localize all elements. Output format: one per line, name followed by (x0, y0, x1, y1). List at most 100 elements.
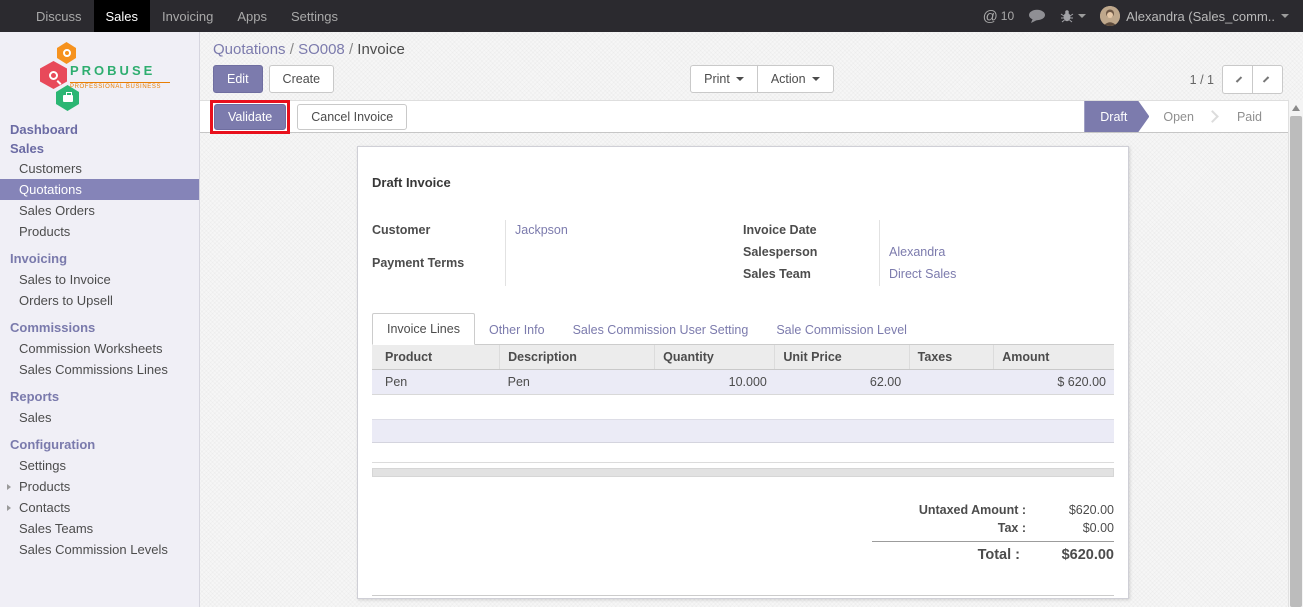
col-amount[interactable]: Amount (994, 345, 1114, 370)
logo-magnifier-hexagon-icon (40, 61, 67, 89)
totals-divider (872, 541, 1114, 542)
breadcrumb-quotations[interactable]: Quotations (213, 41, 286, 58)
total-value: $620.00 (1036, 547, 1114, 563)
tab-invoice-lines[interactable]: Invoice Lines (372, 313, 475, 345)
sidebar-item-sales-orders[interactable]: Sales Orders (0, 200, 199, 221)
cell-quantity[interactable]: 10.000 (655, 370, 775, 395)
print-label: Print (704, 72, 730, 86)
sales-team-value[interactable]: Direct Sales (879, 264, 1114, 286)
sidebar-item-sales-commission-levels[interactable]: Sales Commission Levels (0, 539, 199, 560)
sidebar-item-quotations[interactable]: Quotations (0, 179, 199, 200)
totals-block: Untaxed Amount : $620.00 Tax : $0.00 Tot… (872, 501, 1114, 565)
table-header-row: Product Description Quantity Unit Price … (372, 345, 1114, 370)
sidebar-item-config-contacts[interactable]: Contacts (0, 497, 199, 518)
status-draft[interactable]: Draft (1084, 101, 1149, 132)
expand-arrow-icon[interactable] (7, 505, 11, 511)
col-description[interactable]: Description (500, 345, 655, 370)
sidebar-item-reports-sales[interactable]: Sales (0, 407, 199, 428)
pager-previous-button[interactable] (1222, 65, 1253, 94)
vertical-scrollbar-thumb[interactable] (1290, 116, 1302, 607)
invoice-sheet: Draft Invoice Customer Jackpson Payment … (357, 146, 1129, 599)
chevron-right-icon (1263, 76, 1269, 82)
edit-button[interactable]: Edit (213, 65, 263, 93)
cell-taxes[interactable] (909, 370, 994, 395)
sidebar-item-customers[interactable]: Customers (0, 158, 199, 179)
logo-gear-hexagon-icon (57, 42, 76, 64)
sidebar-item-settings[interactable]: Settings (0, 455, 199, 476)
untaxed-amount-label: Untaxed Amount : (872, 503, 1042, 517)
validate-button[interactable]: Validate (214, 104, 286, 130)
top-menu-invoicing[interactable]: Invoicing (150, 0, 225, 32)
form-view-page: Draft Invoice Customer Jackpson Payment … (200, 133, 1303, 607)
status-open[interactable]: Open (1149, 101, 1208, 132)
sidebar-item-label: Contacts (19, 500, 70, 515)
sidebar-item-sales-commissions-lines[interactable]: Sales Commissions Lines (0, 359, 199, 380)
sidebar-item-sales-teams[interactable]: Sales Teams (0, 518, 199, 539)
cell-unit-price[interactable]: 62.00 (775, 370, 909, 395)
sidebar-section-invoicing: Invoicing (0, 248, 199, 269)
status-paid[interactable]: Paid (1223, 101, 1276, 132)
invoice-date-value (879, 220, 1114, 242)
top-menu-apps[interactable]: Apps (225, 0, 279, 32)
top-navbar: Discuss Sales Invoicing Apps Settings @ … (0, 0, 1303, 32)
tax-label: Tax : (872, 521, 1042, 535)
chevron-down-icon (812, 77, 820, 81)
create-button[interactable]: Create (269, 65, 335, 93)
pager-next-button[interactable] (1252, 65, 1283, 94)
sidebar-item-orders-to-upsell[interactable]: Orders to Upsell (0, 290, 199, 311)
print-dropdown-button[interactable]: Print (690, 65, 758, 93)
breadcrumb-invoice: Invoice (357, 41, 405, 58)
pager-count: 1 / 1 (1190, 73, 1214, 87)
tab-sales-commission-user-setting[interactable]: Sales Commission User Setting (559, 315, 763, 345)
sidebar-section-configuration: Configuration (0, 434, 199, 455)
app-logo: PROBUSE PROFESSIONAL BUSINESS (0, 32, 199, 120)
vertical-scrollbar[interactable] (1288, 100, 1303, 607)
sidebar-item-config-products[interactable]: Products (0, 476, 199, 497)
top-menu-sales[interactable]: Sales (94, 0, 151, 32)
top-menu-settings[interactable]: Settings (279, 0, 350, 32)
main-content: Quotations / SO008 / Invoice Edit Create… (200, 32, 1303, 607)
mention-counter[interactable]: @ 10 (983, 8, 1015, 25)
breadcrumb-separator: / (290, 41, 294, 58)
validate-highlight-box: Validate (210, 100, 290, 134)
top-menu-discuss[interactable]: Discuss (24, 0, 94, 32)
sidebar-section-reports: Reports (0, 386, 199, 407)
logo-title: PROBUSE (70, 63, 155, 78)
debug-menu-button[interactable] (1060, 9, 1086, 23)
horizontal-scrollbar-thumb[interactable] (373, 469, 1113, 476)
sidebar-item-commission-worksheets[interactable]: Commission Worksheets (0, 338, 199, 359)
sidebar-item-sales-root[interactable]: Sales (0, 139, 199, 158)
sidebar-item-dashboard[interactable]: Dashboard (0, 120, 199, 139)
messages-button[interactable] (1028, 9, 1046, 24)
sidebar-item-products[interactable]: Products (0, 221, 199, 242)
cell-description[interactable]: Pen (500, 370, 655, 395)
col-product[interactable]: Product (372, 345, 500, 370)
breadcrumb-so008[interactable]: SO008 (298, 41, 345, 58)
sidebar-item-sales-to-invoice[interactable]: Sales to Invoice (0, 269, 199, 290)
cancel-invoice-button[interactable]: Cancel Invoice (297, 104, 407, 130)
top-menu-list: Discuss Sales Invoicing Apps Settings (0, 0, 350, 32)
mention-count: 10 (1001, 9, 1014, 23)
scroll-up-arrow-icon[interactable] (1292, 105, 1300, 111)
chevron-down-icon (1078, 14, 1086, 18)
sales-team-label: Sales Team (743, 264, 879, 286)
action-label: Action (771, 72, 806, 86)
col-quantity[interactable]: Quantity (655, 345, 775, 370)
cell-product[interactable]: Pen (372, 370, 500, 395)
cell-amount[interactable]: $ 620.00 (994, 370, 1114, 395)
user-menu[interactable]: Alexandra (Sales_comm.. (1100, 6, 1289, 26)
tab-other-info[interactable]: Other Info (475, 315, 559, 345)
chevron-down-icon (736, 77, 744, 81)
col-unit-price[interactable]: Unit Price (775, 345, 909, 370)
tab-sale-commission-level[interactable]: Sale Commission Level (762, 315, 921, 345)
customer-value[interactable]: Jackpson (505, 220, 743, 253)
payment-terms-value (505, 253, 743, 286)
salesperson-value[interactable]: Alexandra (879, 242, 1114, 264)
action-dropdown-button[interactable]: Action (757, 65, 834, 93)
col-taxes[interactable]: Taxes (909, 345, 994, 370)
horizontal-scrollbar[interactable] (372, 468, 1114, 477)
table-row[interactable]: Pen Pen 10.000 62.00 $ 620.00 (372, 370, 1114, 395)
field-grid: Customer Jackpson Payment Terms Invoice … (372, 220, 1114, 286)
expand-arrow-icon[interactable] (7, 484, 11, 490)
chevron-left-icon (1236, 76, 1242, 82)
